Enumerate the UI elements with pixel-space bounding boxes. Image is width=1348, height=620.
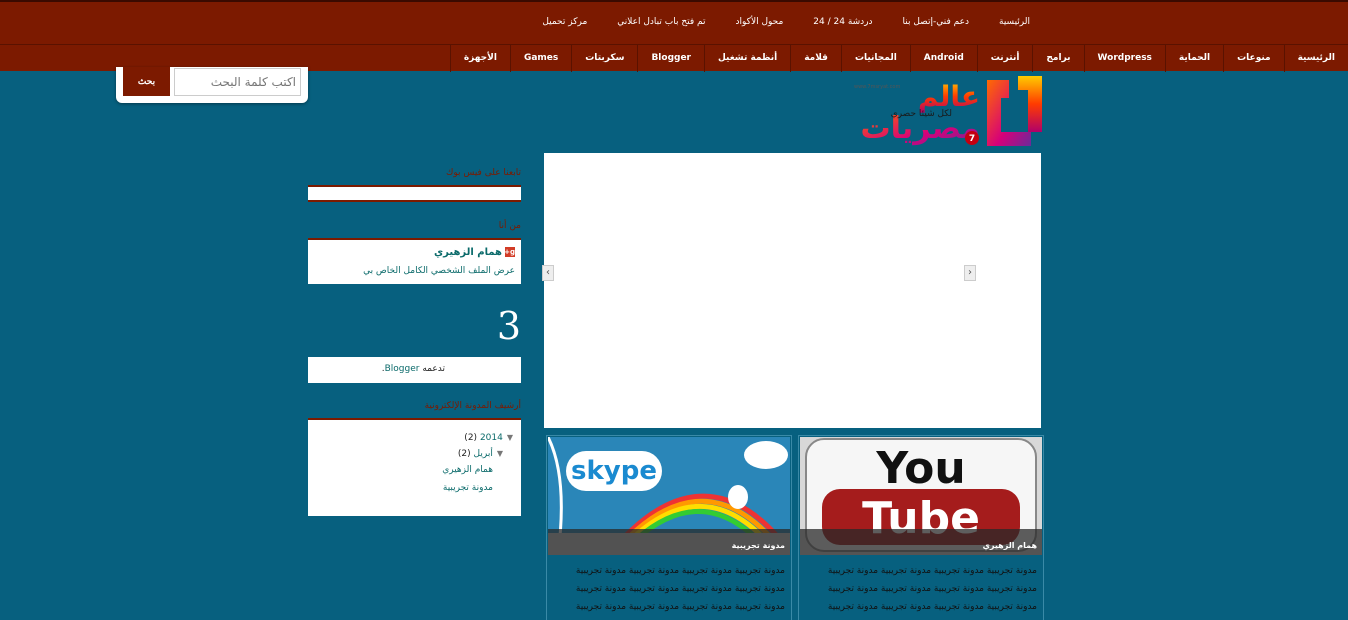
top-link-ad-exchange[interactable]: تم فتح باب تبادل اعلاني <box>617 17 705 27</box>
nav-item-devices[interactable]: الأجهزة <box>449 45 510 72</box>
skype-logo-text: skype <box>571 456 657 486</box>
top-link-code-converter[interactable]: محول الأكواد <box>736 17 784 27</box>
site-logo[interactable]: عالم مصريات لكل شيئا حصري www.7msryat.co… <box>852 76 1044 146</box>
top-bar: الرئيسية دعم فني-إتصل بنا دردشة 24 / 24 … <box>0 0 1348 44</box>
logo-tagline: لكل شيئا حصري <box>891 109 952 119</box>
powered-prefix: تدعمه <box>422 364 445 374</box>
post-thumbnail[interactable]: skype مدونة تجريبية <box>548 437 790 555</box>
nav-item-blogger[interactable]: Blogger <box>637 45 704 72</box>
featured-slider: ‹ › <box>542 153 1041 428</box>
archive-year-count: (2) <box>464 433 478 443</box>
archive-month-count: (2) <box>457 449 471 459</box>
top-link-chat[interactable]: دردشة 24 / 24 <box>813 17 872 27</box>
nav-item-android[interactable]: Android <box>909 45 977 72</box>
archive-year-link[interactable]: 2014 <box>480 433 503 443</box>
search-input[interactable] <box>174 68 301 96</box>
archive-widget-title: أرشيف المدونة الإلكترونية <box>424 401 521 411</box>
search-box: بحث <box>116 67 308 103</box>
post-excerpt: مدونة تجريبية مدونة تجريبية مدونة تجريبي… <box>827 566 1037 612</box>
visitor-counter: 3 <box>496 304 521 348</box>
powered-by-widget: تدعمه Blogger. <box>308 357 521 383</box>
nav-item-software[interactable]: برامج <box>1032 45 1083 72</box>
post-card[interactable]: skype مدونة تجريبية مدونة تجريبية مدونة … <box>546 435 792 620</box>
post-caption[interactable]: مدونة تجريبية <box>732 541 785 550</box>
post-excerpt: مدونة تجريبية مدونة تجريبية مدونة تجريبي… <box>575 566 785 612</box>
nav-item-wordpress[interactable]: Wordpress <box>1083 45 1165 72</box>
post-thumbnail[interactable]: You Tube همام الزهيري <box>800 437 1042 555</box>
nav-item-os[interactable]: أنظمة تشغيل <box>704 45 790 72</box>
archive-post-link[interactable]: مدونة تجريبية <box>443 483 493 493</box>
nav-item-internet[interactable]: أنترنت <box>976 45 1033 72</box>
expand-toggle-icon[interactable]: ▼ <box>497 449 503 458</box>
archive-widget: ▼ 2014 (2) ▼ أبريل (2) همام الزهيري مدونة … <box>308 418 521 516</box>
top-link-download-center[interactable]: مركز تحميل <box>542 17 587 27</box>
logo-url: www.7msryat.com <box>854 84 900 90</box>
post-caption[interactable]: همام الزهيري <box>983 541 1037 550</box>
top-links: الرئيسية دعم فني-إتصل بنا دردشة 24 / 24 … <box>542 17 1030 27</box>
slider-prev-button[interactable]: ‹ <box>542 265 554 281</box>
top-link-home[interactable]: الرئيسية <box>999 17 1030 27</box>
view-profile-link[interactable]: عرض الملف الشخصي الكامل الخاص بي <box>363 266 515 276</box>
facebook-widget-title: تابعنا على فيس بوك <box>445 168 521 178</box>
nav-item-games[interactable]: Games <box>509 45 571 72</box>
blogger-link[interactable]: Blogger <box>385 364 420 374</box>
nav-item-scripts[interactable]: سكربتات <box>571 45 637 72</box>
author-name-link[interactable]: همام الزهيري <box>434 247 502 258</box>
nav-item-free[interactable]: المجانيات <box>840 45 910 72</box>
slider-next-button[interactable]: › <box>964 265 976 281</box>
google-plus-icon: g+ <box>504 247 515 257</box>
search-button[interactable]: بحث <box>123 67 170 96</box>
youtube-logo-text-1: You <box>875 443 965 494</box>
nav-item-qalama[interactable]: قلامة <box>790 45 841 72</box>
about-widget: g+همام الزهيري عرض الملف الشخصي الكامل ا… <box>308 238 521 284</box>
archive-month-link[interactable]: أبريل <box>474 449 493 459</box>
expand-toggle-icon[interactable]: ▼ <box>507 433 513 442</box>
archive-post-link[interactable]: همام الزهيري <box>442 465 493 475</box>
nav-item-security[interactable]: الحماية <box>1164 45 1223 72</box>
top-link-support[interactable]: دعم فني-إتصل بنا <box>903 17 969 27</box>
post-card[interactable]: You Tube همام الزهيري مدونة تجريبية مدون… <box>798 435 1044 620</box>
about-widget-title: من أنا <box>498 221 521 231</box>
nav-item-misc[interactable]: منوعات <box>1223 45 1283 72</box>
nav-item-home[interactable]: الرئيسية <box>1283 45 1348 72</box>
facebook-widget <box>308 185 521 202</box>
logo-badge: 7 <box>969 134 975 144</box>
